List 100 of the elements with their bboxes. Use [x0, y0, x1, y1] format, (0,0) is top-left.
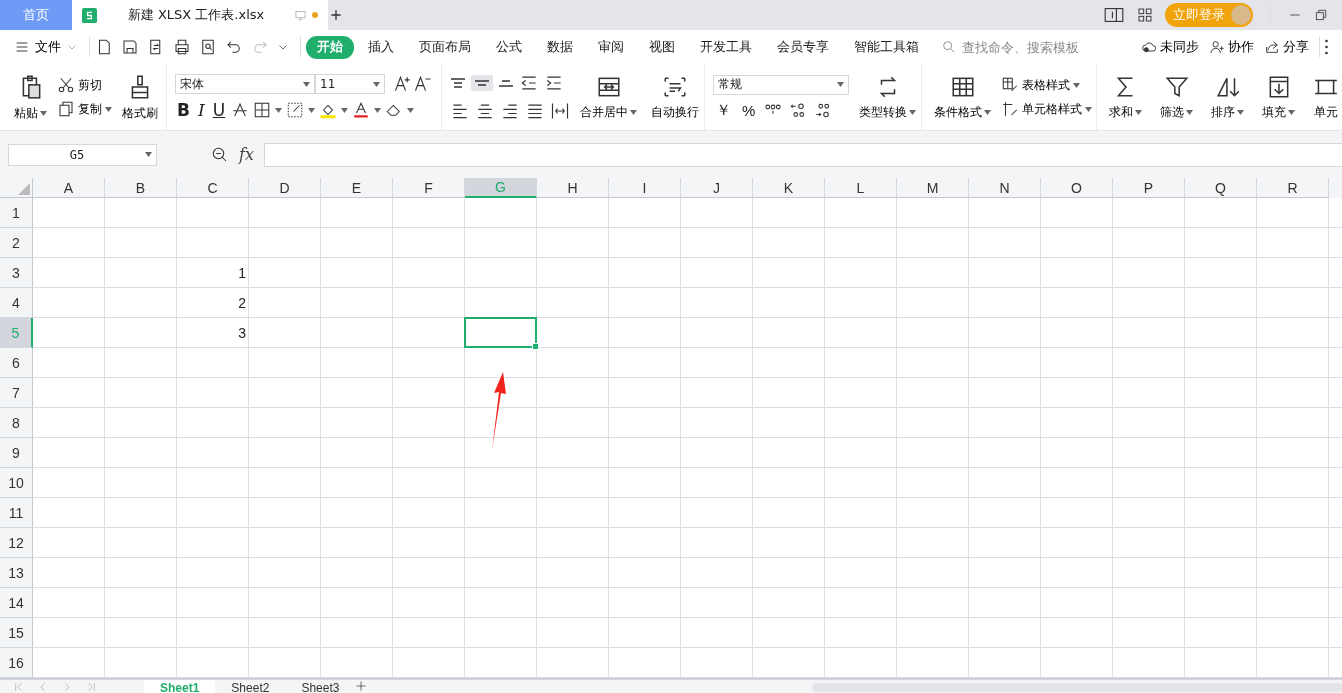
search-icon	[941, 39, 957, 55]
cell-cursor[interactable]	[464, 317, 537, 348]
column-header[interactable]: B	[105, 178, 177, 198]
column-header[interactable]: Q	[1185, 178, 1257, 198]
cloud-icon	[1141, 39, 1157, 55]
ribbon-tab[interactable]: 智能工具箱	[843, 35, 930, 59]
format-painter-button[interactable]: 格式刷	[118, 72, 162, 122]
column-header[interactable]: A	[33, 178, 105, 198]
row-header[interactable]: 16	[0, 648, 33, 678]
column-header[interactable]: D	[249, 178, 321, 198]
ribbon-tab[interactable]: 公式	[485, 35, 533, 59]
ribbon-button[interactable]: 求和	[1105, 73, 1146, 121]
ribbon-tab[interactable]: 插入	[357, 35, 405, 59]
ribbon-button[interactable]: 单元	[1309, 73, 1342, 121]
font-style-button[interactable]: B	[175, 100, 192, 120]
book-icon	[1103, 7, 1125, 23]
font-style-button[interactable]: U	[210, 100, 228, 120]
caret-icon	[373, 81, 380, 87]
ribbon-button[interactable]: 筛选	[1156, 73, 1197, 121]
cell-format-icon	[286, 101, 305, 119]
column-header[interactable]: I	[609, 178, 681, 198]
caret-icon	[1135, 109, 1142, 115]
number-format-button[interactable]: %	[739, 101, 759, 119]
row-header[interactable]: 10	[0, 468, 33, 498]
column-header[interactable]: J	[681, 178, 753, 198]
spreadsheet-icon	[82, 7, 97, 23]
ribbon-tab[interactable]: 开发工具	[689, 35, 763, 59]
column-header[interactable]: R	[1257, 178, 1329, 198]
copy-button[interactable]: 复制	[57, 100, 112, 118]
conditional-format-button[interactable]: 条件格式	[930, 73, 995, 121]
row-header[interactable]: 13	[0, 558, 33, 588]
restore-icon	[1314, 8, 1328, 22]
caret-icon	[837, 82, 844, 87]
search-field[interactable]: 查找命令、搜索模板	[941, 38, 1131, 56]
copy-icon	[57, 100, 75, 118]
function-label: fx	[239, 145, 254, 164]
row-header[interactable]: 6	[0, 348, 33, 378]
font-style-button[interactable]: I	[195, 100, 207, 120]
column-header[interactable]: O	[1041, 178, 1113, 198]
column-header[interactable]: K	[753, 178, 825, 198]
ribbon-tab[interactable]: 数据	[536, 35, 584, 59]
caret-icon	[275, 107, 283, 113]
grow-font-icon	[393, 74, 413, 94]
column-header[interactable]: M	[897, 178, 969, 198]
save-icon	[121, 38, 139, 56]
row-header[interactable]: 3	[0, 258, 33, 288]
toolbar-action[interactable]: 未同步	[1136, 38, 1204, 56]
font-name-field[interactable]: 宋体	[175, 74, 315, 94]
caret-icon	[1237, 109, 1244, 115]
column-header[interactable]: P	[1113, 178, 1185, 198]
wrap-text-button[interactable]: 自动换行	[647, 73, 703, 121]
document-tab[interactable]: 新建 XLSX 工作表.xlsx	[72, 0, 328, 30]
row-header[interactable]: 8	[0, 408, 33, 438]
formula-input[interactable]	[263, 142, 1342, 167]
ribbon-tab[interactable]: 页面布局	[408, 35, 482, 59]
column-header[interactable]: C	[177, 178, 249, 198]
column-header[interactable]: E	[321, 178, 393, 198]
share-icon	[1264, 39, 1280, 55]
column-header[interactable]: L	[825, 178, 897, 198]
preview-icon	[199, 38, 217, 56]
add-sheet-icon	[355, 680, 368, 692]
scissors-icon	[57, 76, 75, 94]
number-format-field[interactable]: 常规	[713, 74, 849, 95]
row-header[interactable]: 14	[0, 588, 33, 618]
row-header[interactable]: 11	[0, 498, 33, 528]
column-header[interactable]: N	[969, 178, 1041, 198]
row-header[interactable]: 12	[0, 528, 33, 558]
row-header[interactable]: 1	[0, 198, 33, 228]
name-box[interactable]: G5	[8, 143, 157, 166]
caret-icon	[1186, 109, 1193, 115]
ribbon-button[interactable]: 填充	[1258, 73, 1299, 121]
ribbon-tab[interactable]: 视图	[638, 35, 686, 59]
column-header[interactable]: H	[537, 178, 609, 198]
row-header[interactable]: 4	[0, 288, 33, 318]
ribbon-tab[interactable]: 会员专享	[766, 35, 840, 59]
number-format-button[interactable]: ￥	[713, 100, 734, 120]
paste-button[interactable]: 粘贴	[10, 72, 51, 122]
cell-style-button[interactable]: 单元格样式	[1001, 100, 1092, 118]
table-style-button[interactable]: 表格样式	[1001, 76, 1092, 94]
row-header[interactable]: 2	[0, 228, 33, 258]
convert-type-button[interactable]: 类型转换	[855, 73, 920, 121]
next-sheet-icon	[62, 681, 72, 693]
row-header[interactable]: 9	[0, 438, 33, 468]
caret-icon	[308, 107, 316, 113]
ribbon-tab[interactable]: 审阅	[587, 35, 635, 59]
row-header[interactable]: 15	[0, 618, 33, 648]
cut-button[interactable]: 剪切	[57, 76, 112, 94]
caret-icon	[341, 107, 349, 113]
monitor-icon	[295, 9, 306, 21]
column-header[interactable]: F	[393, 178, 465, 198]
font-size-field[interactable]: 11	[315, 74, 385, 94]
zoom-icon	[211, 145, 229, 164]
caret-icon	[407, 107, 415, 113]
file-menu[interactable]: 文件	[14, 38, 84, 56]
row-header[interactable]: 7	[0, 378, 33, 408]
merge-center-button[interactable]: 合并居中	[576, 73, 641, 121]
toolbar-action[interactable]: 分享	[1259, 38, 1314, 56]
ribbon-button[interactable]: 排序	[1207, 73, 1248, 121]
toolbar-action[interactable]: 协作	[1204, 38, 1259, 56]
table-cell-text: 1	[237, 264, 247, 283]
